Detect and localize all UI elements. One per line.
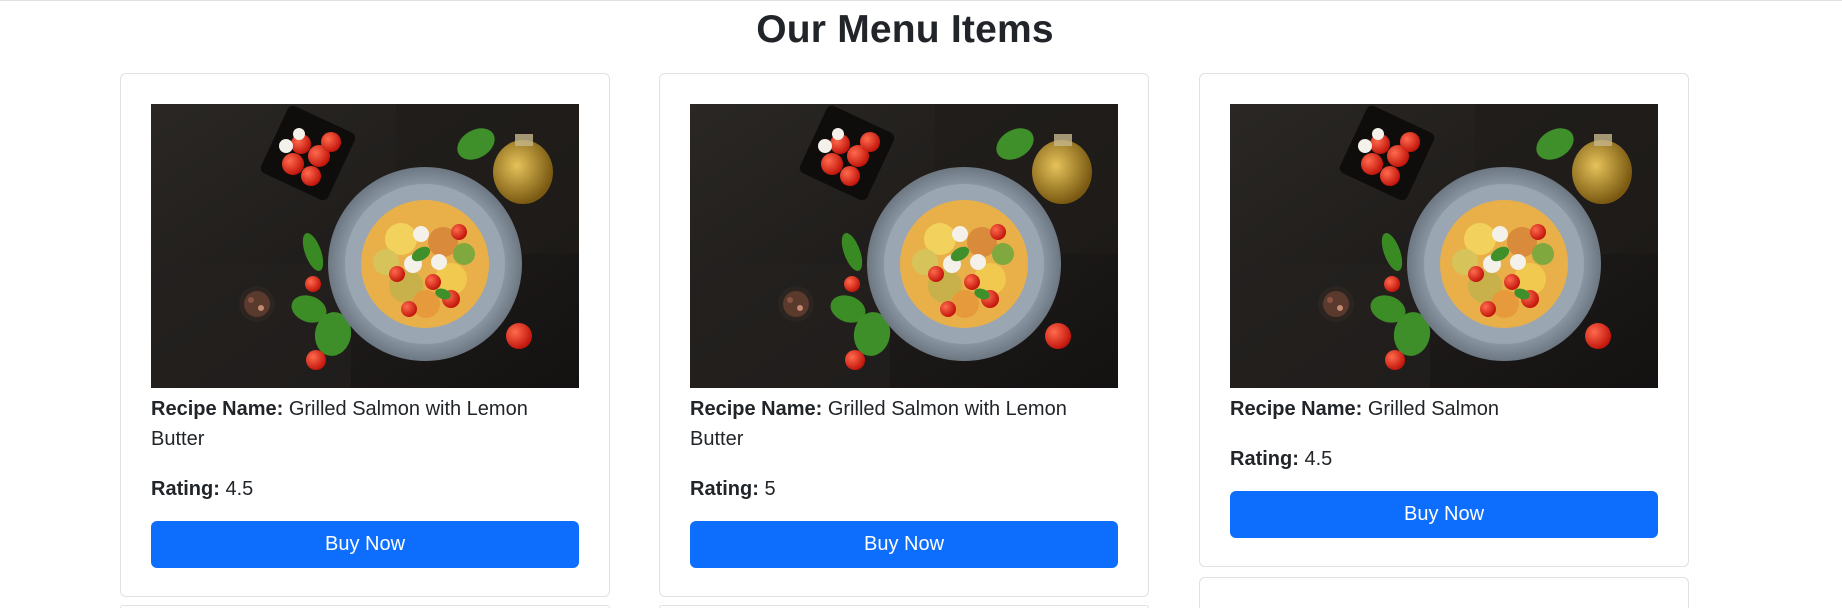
top-divider (0, 0, 1842, 1)
recipe-name-label: Recipe Name: (690, 398, 823, 420)
recipe-name: Recipe Name: Grilled Salmon with Lemon B… (690, 394, 1118, 454)
rating-value: 4.5 (1304, 448, 1333, 470)
page-title: Our Menu Items (756, 8, 1054, 51)
rating: Rating: 5 (690, 474, 1118, 504)
menu-item-card: Recipe Name: Grilled Salmon Rating: 4.5 … (1199, 73, 1689, 567)
buy-now-button[interactable]: Buy Now (151, 521, 579, 568)
menu-item-card-peek (1199, 577, 1689, 608)
food-image (1230, 104, 1658, 388)
recipe-name: Recipe Name: Grilled Salmon with Lemon B… (151, 394, 579, 454)
rating-value: 4.5 (225, 478, 254, 500)
recipe-name: Recipe Name: Grilled Salmon (1230, 394, 1658, 424)
rating-label: Rating: (151, 478, 220, 500)
rating-value: 5 (764, 478, 776, 500)
menu-item-card: Recipe Name: Grilled Salmon with Lemon B… (659, 73, 1149, 597)
rating-label: Rating: (690, 478, 759, 500)
buy-now-button[interactable]: Buy Now (1230, 491, 1658, 538)
rating: Rating: 4.5 (1230, 444, 1658, 474)
rating-label: Rating: (1230, 448, 1299, 470)
rating: Rating: 4.5 (151, 474, 579, 504)
food-image (151, 104, 579, 388)
recipe-name-label: Recipe Name: (1230, 398, 1363, 420)
food-image (690, 104, 1118, 388)
recipe-name-label: Recipe Name: (151, 398, 284, 420)
buy-now-button[interactable]: Buy Now (690, 521, 1118, 568)
menu-item-card: Recipe Name: Grilled Salmon with Lemon B… (120, 73, 610, 597)
recipe-name-value: Grilled Salmon (1367, 398, 1500, 420)
